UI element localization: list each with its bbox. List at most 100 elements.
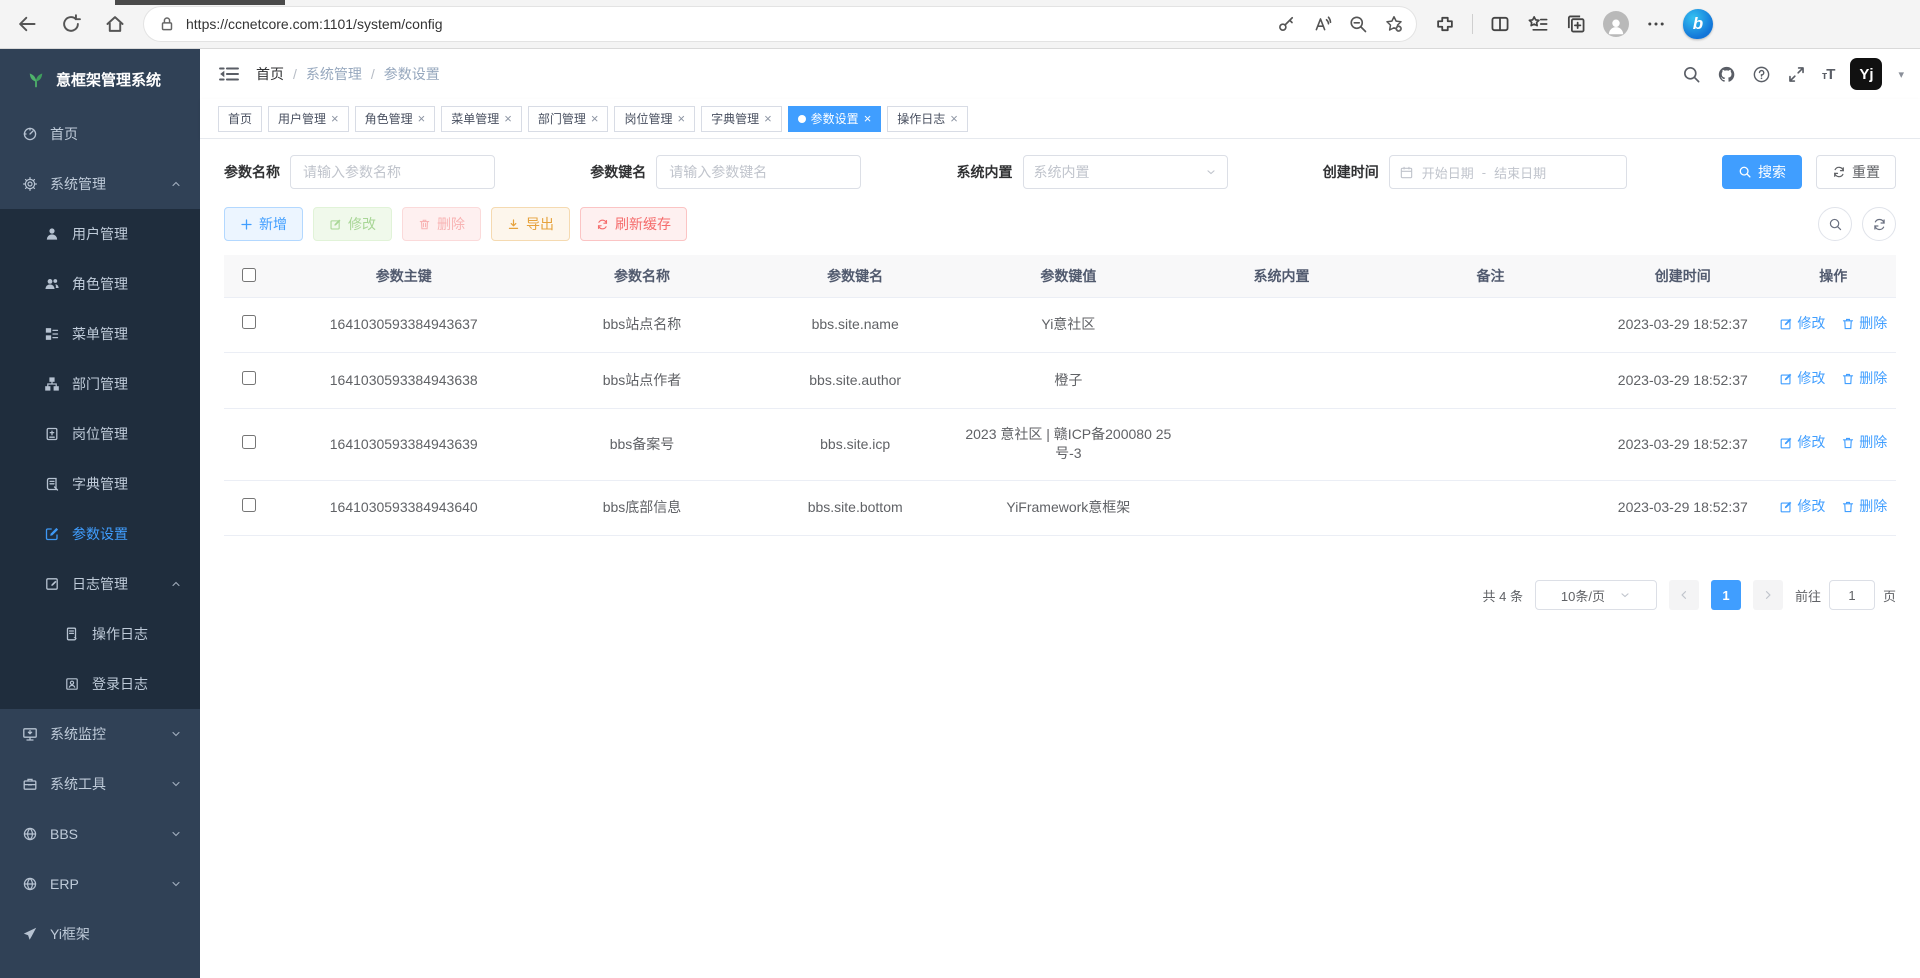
close-icon[interactable]: ×: [591, 112, 599, 125]
bing-chat-icon[interactable]: b: [1683, 9, 1713, 39]
tab-operation-log[interactable]: 操作日志×: [887, 106, 968, 132]
browser-home-button[interactable]: [104, 13, 126, 35]
row-checkbox[interactable]: [242, 435, 256, 449]
github-icon[interactable]: [1717, 65, 1736, 84]
favorite-star-icon[interactable]: [1384, 14, 1404, 34]
toggle-search-button[interactable]: [1818, 207, 1852, 241]
end-date-placeholder[interactable]: 结束日期: [1494, 163, 1546, 182]
tab-home[interactable]: 首页: [218, 106, 262, 132]
zoom-out-icon[interactable]: [1348, 14, 1368, 34]
sidebar-item-parameters[interactable]: 参数设置: [0, 509, 200, 559]
avatar-caret-down-icon[interactable]: ▾: [1898, 68, 1904, 81]
sidebar-fold-icon[interactable]: [218, 63, 240, 85]
reset-button[interactable]: 重置: [1816, 155, 1896, 189]
collections-icon[interactable]: [1565, 13, 1587, 35]
sidebar-item-departments[interactable]: 部门管理: [0, 359, 200, 409]
read-aloud-icon[interactable]: [1312, 14, 1332, 34]
sidebar-item-yi-framework[interactable]: Yi框架: [0, 909, 200, 959]
url-text[interactable]: https://ccnetcore.com:1101/system/config: [186, 16, 1276, 32]
close-icon[interactable]: ×: [864, 112, 872, 125]
sidebar-item-erp[interactable]: ERP: [0, 859, 200, 909]
browser-refresh-button[interactable]: [60, 13, 82, 35]
sidebar-item-menus[interactable]: 菜单管理: [0, 309, 200, 359]
sidebar-item-bbs[interactable]: BBS: [0, 809, 200, 859]
tab-posts[interactable]: 岗位管理×: [614, 106, 695, 132]
sidebar-item-posts[interactable]: 岗位管理: [0, 409, 200, 459]
header-search-icon[interactable]: [1682, 65, 1701, 84]
row-edit-link[interactable]: 修改: [1779, 433, 1825, 453]
table-row[interactable]: 1641030593384943638 bbs站点作者 bbs.site.aut…: [224, 353, 1896, 408]
close-icon[interactable]: ×: [764, 112, 772, 125]
sidebar-item-dictionaries[interactable]: 字典管理: [0, 459, 200, 509]
browser-profile-avatar[interactable]: [1603, 11, 1629, 37]
param-key-input[interactable]: [656, 155, 861, 189]
address-bar[interactable]: https://ccnetcore.com:1101/system/config: [144, 7, 1416, 41]
browser-menu-ellipsis-icon[interactable]: [1645, 13, 1667, 35]
tab-users[interactable]: 用户管理×: [268, 106, 349, 132]
table-row[interactable]: 1641030593384943639 bbs备案号 bbs.site.icp …: [224, 408, 1896, 480]
tab-roles[interactable]: 角色管理×: [355, 106, 436, 132]
fullscreen-icon[interactable]: [1787, 65, 1806, 84]
table-row[interactable]: 1641030593384943640 bbs底部信息 bbs.site.bot…: [224, 480, 1896, 535]
delete-button[interactable]: 删除: [402, 207, 481, 241]
row-checkbox[interactable]: [242, 315, 256, 329]
close-icon[interactable]: ×: [950, 112, 958, 125]
table-row[interactable]: 1641030593384943637 bbs站点名称 bbs.site.nam…: [224, 298, 1896, 353]
refresh-cache-button[interactable]: 刷新缓存: [580, 207, 687, 241]
goto-page-input[interactable]: [1829, 580, 1875, 610]
date-range-picker[interactable]: 开始日期 - 结束日期: [1389, 155, 1627, 189]
row-delete-link[interactable]: 删除: [1841, 314, 1887, 334]
row-delete-link[interactable]: 删除: [1841, 369, 1887, 389]
row-checkbox[interactable]: [242, 498, 256, 512]
close-icon[interactable]: ×: [677, 112, 685, 125]
sidebar-item-logs[interactable]: 日志管理: [0, 559, 200, 609]
row-edit-link[interactable]: 修改: [1779, 369, 1825, 389]
font-size-icon[interactable]: тT: [1822, 66, 1835, 83]
browser-back-button[interactable]: [16, 13, 38, 35]
app-logo[interactable]: 意框架管理系统: [0, 49, 200, 109]
prev-page-button[interactable]: [1669, 580, 1699, 610]
row-delete-link[interactable]: 删除: [1841, 433, 1887, 453]
page-size-select[interactable]: 10条/页: [1535, 580, 1657, 610]
tab-menus[interactable]: 菜单管理×: [441, 106, 522, 132]
sidebar-item-label: 系统管理: [50, 174, 106, 194]
tab-parameters[interactable]: 参数设置×: [788, 106, 882, 132]
site-security-lock-icon[interactable]: [158, 15, 176, 33]
row-edit-link[interactable]: 修改: [1779, 497, 1825, 517]
export-button[interactable]: 导出: [491, 207, 570, 241]
sidebar-item-monitor[interactable]: 系统监控: [0, 709, 200, 759]
sidebar-item-tools[interactable]: 系统工具: [0, 759, 200, 809]
close-icon[interactable]: ×: [331, 112, 339, 125]
sidebar-item-home[interactable]: 首页: [0, 109, 200, 159]
row-checkbox[interactable]: [242, 371, 256, 385]
start-date-placeholder[interactable]: 开始日期: [1422, 163, 1474, 182]
extensions-puzzle-icon[interactable]: [1434, 13, 1456, 35]
close-icon[interactable]: ×: [504, 112, 512, 125]
edit-button[interactable]: 修改: [313, 207, 392, 241]
sidebar-item-system[interactable]: 系统管理: [0, 159, 200, 209]
builtin-select[interactable]: 系统内置: [1023, 155, 1228, 189]
next-page-button[interactable]: [1753, 580, 1783, 610]
tab-departments[interactable]: 部门管理×: [528, 106, 609, 132]
row-edit-link[interactable]: 修改: [1779, 314, 1825, 334]
sidebar-item-roles[interactable]: 角色管理: [0, 259, 200, 309]
help-question-icon[interactable]: [1752, 65, 1771, 84]
tab-dictionaries[interactable]: 字典管理×: [701, 106, 782, 132]
add-button[interactable]: 新增: [224, 207, 303, 241]
sidebar-item-users[interactable]: 用户管理: [0, 209, 200, 259]
breadcrumb-home[interactable]: 首页: [256, 64, 284, 84]
close-icon[interactable]: ×: [418, 112, 426, 125]
sidebar-item-operation-log[interactable]: 操作日志: [0, 609, 200, 659]
breadcrumb-system[interactable]: 系统管理: [306, 64, 362, 84]
refresh-table-button[interactable]: [1862, 207, 1896, 241]
page-number-button[interactable]: 1: [1711, 580, 1741, 610]
sidebar-item-login-log[interactable]: 登录日志: [0, 659, 200, 709]
select-all-checkbox[interactable]: [242, 268, 256, 282]
user-avatar[interactable]: Yj: [1850, 58, 1882, 90]
split-screen-icon[interactable]: [1489, 13, 1511, 35]
param-name-input[interactable]: [290, 155, 495, 189]
favorites-bar-icon[interactable]: [1527, 13, 1549, 35]
password-key-icon[interactable]: [1276, 14, 1296, 34]
search-button[interactable]: 搜索: [1722, 155, 1802, 189]
row-delete-link[interactable]: 删除: [1841, 497, 1887, 517]
